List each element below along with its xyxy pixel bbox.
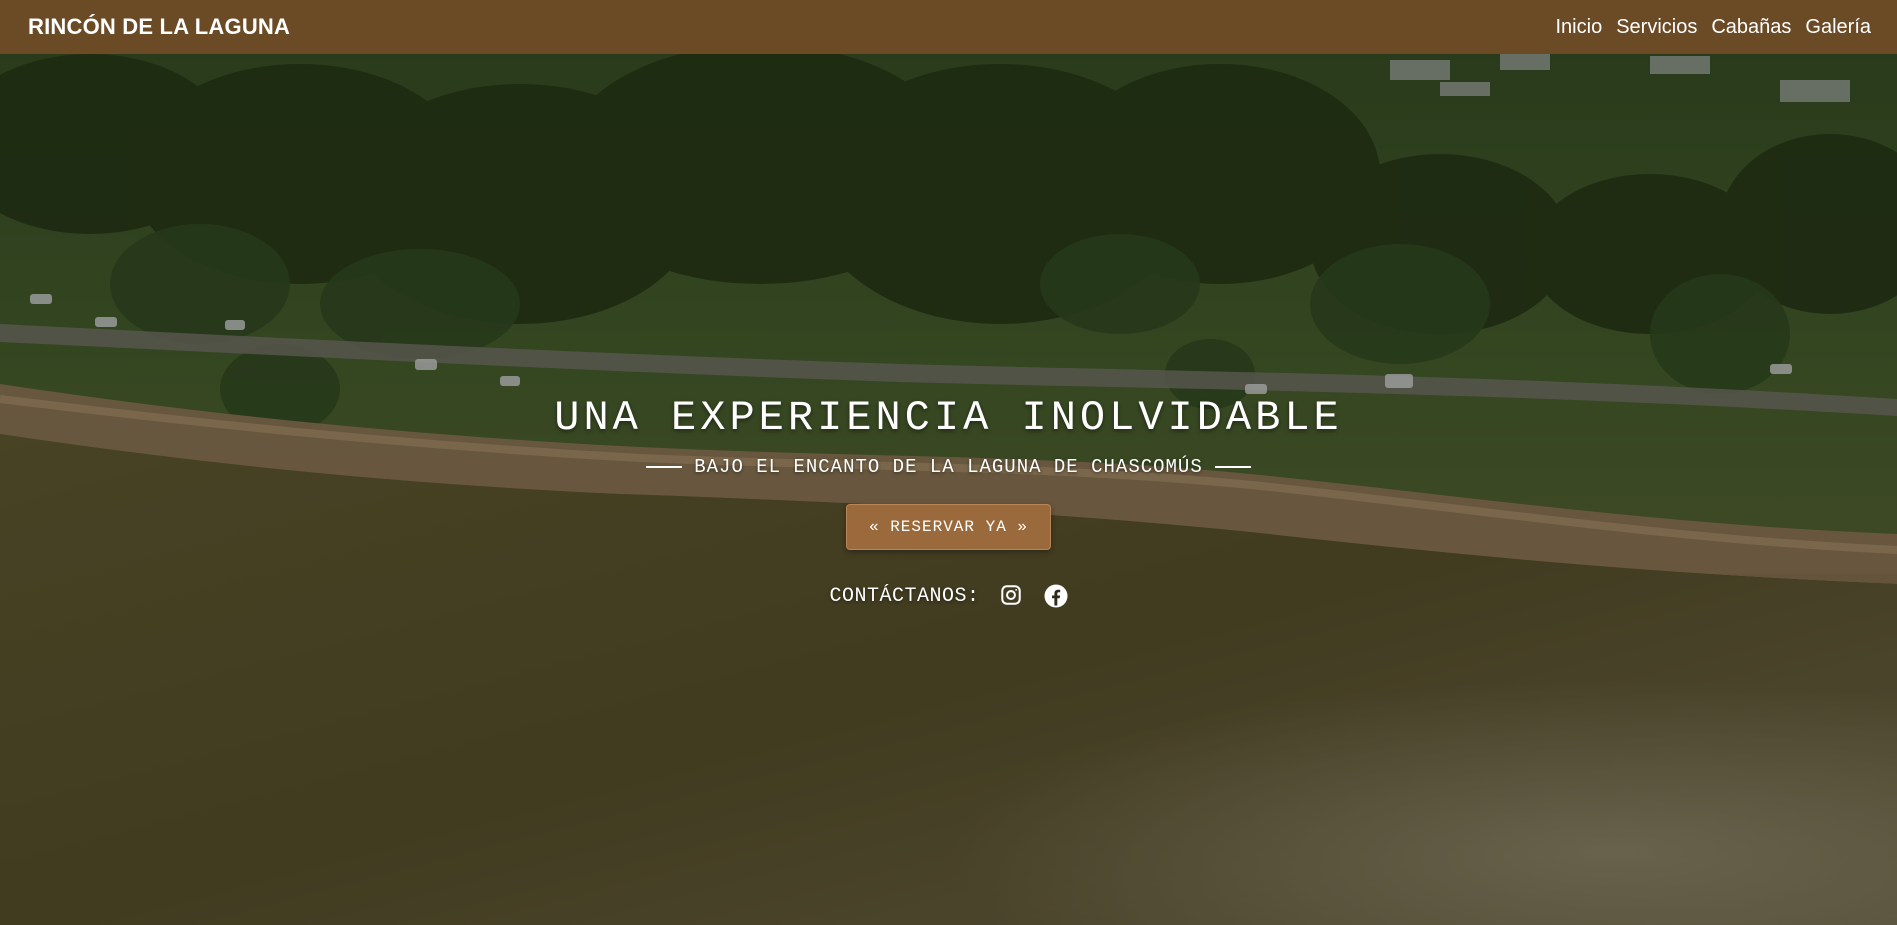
brand-logo-link[interactable]: RINCÓN DE LA LAGUNA	[28, 14, 290, 40]
nav-link-cabanas[interactable]: Cabañas	[1711, 16, 1791, 39]
contact-label: CONTÁCTANOS:	[829, 584, 980, 608]
nav-link-servicios[interactable]: Servicios	[1616, 16, 1697, 39]
hero-section: UNA EXPERIENCIA INOLVIDABLE BAJO EL ENCA…	[0, 54, 1897, 925]
reservar-ya-button[interactable]: « RESERVAR YA »	[845, 504, 1052, 550]
nav-link-inicio[interactable]: Inicio	[1556, 16, 1603, 39]
top-navbar: RINCÓN DE LA LAGUNA Inicio Servicios Cab…	[0, 0, 1897, 54]
facebook-icon[interactable]	[1044, 584, 1068, 608]
hero-title: UNA EXPERIENCIA INOLVIDABLE	[554, 394, 1343, 442]
subtitle-right-divider	[1214, 466, 1251, 468]
instagram-icon[interactable]	[1000, 584, 1024, 608]
nav-links: Inicio Servicios Cabañas Galería	[1542, 16, 1872, 39]
hero-content: UNA EXPERIENCIA INOLVIDABLE BAJO EL ENCA…	[0, 394, 1897, 608]
contact-row: CONTÁCTANOS:	[0, 584, 1897, 608]
hero-subtitle-row: BAJO EL ENCANTO DE LA LAGUNA DE CHASCOMÚ…	[0, 456, 1897, 478]
nav-link-galeria[interactable]: Galería	[1805, 16, 1871, 39]
hero-subtitle: BAJO EL ENCANTO DE LA LAGUNA DE CHASCOMÚ…	[694, 456, 1203, 478]
subtitle-left-divider	[646, 466, 683, 468]
